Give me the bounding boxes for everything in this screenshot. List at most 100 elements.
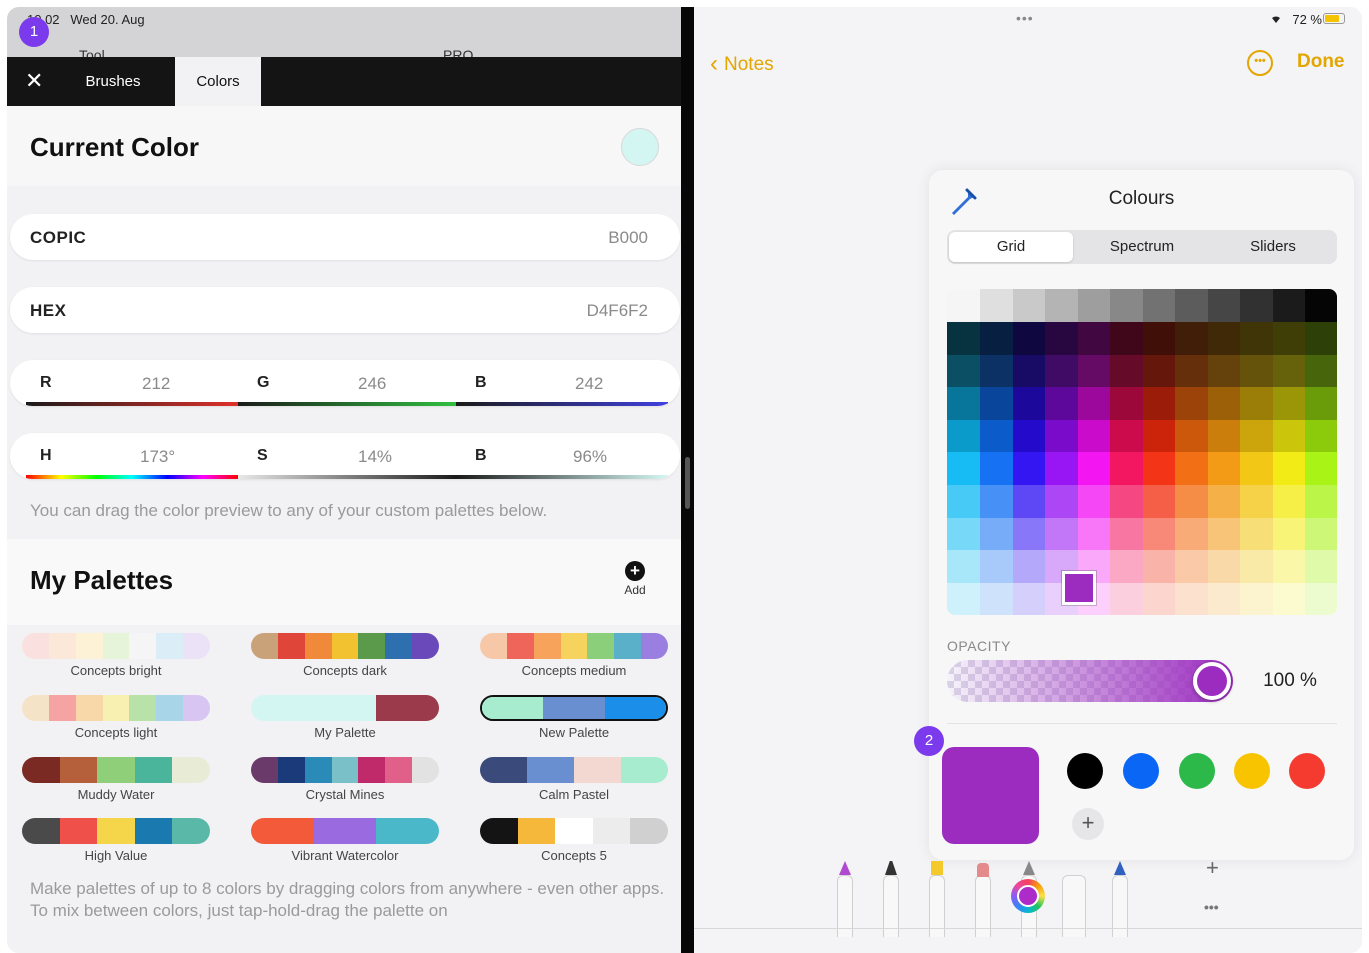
grid-colour-cell[interactable] (979, 386, 1013, 420)
grid-colour-cell[interactable] (1174, 549, 1208, 583)
palette-color-chip[interactable] (134, 757, 173, 783)
copic-field[interactable]: COPIC B000 (10, 214, 680, 260)
grid-colour-cell[interactable] (1272, 582, 1305, 615)
grid-colour-cell[interactable] (1174, 452, 1208, 486)
palette-color-chip[interactable] (517, 818, 556, 844)
palette-color-chip[interactable] (156, 695, 184, 721)
palette-color-chip[interactable] (59, 757, 98, 783)
palette-color-chip[interactable] (560, 633, 588, 659)
grid-colour-cell[interactable] (1044, 484, 1078, 518)
tab-spectrum[interactable]: Spectrum (1077, 232, 1207, 262)
grid-colour-cell[interactable] (1174, 419, 1208, 453)
palette-color-chip[interactable] (313, 818, 377, 844)
palette-color-chip[interactable] (172, 757, 210, 783)
grid-colour-cell[interactable] (979, 419, 1013, 453)
tray-add-icon[interactable]: + (1206, 855, 1219, 881)
quick-colour-black[interactable] (1067, 753, 1103, 789)
grid-colour-cell[interactable] (1077, 484, 1110, 518)
notes-back-button[interactable]: ‹ Notes (710, 49, 774, 77)
grid-colour-cell[interactable] (1304, 517, 1337, 551)
palette-color-strip[interactable] (251, 757, 439, 783)
palette-color-chip[interactable] (59, 818, 98, 844)
palette-item[interactable]: Concepts 5 (480, 818, 670, 868)
grid-colour-cell[interactable] (1304, 484, 1337, 518)
grid-colour-cell[interactable] (1304, 321, 1337, 355)
palette-color-chip[interactable] (376, 695, 439, 721)
tab-grid[interactable]: Grid (949, 232, 1073, 262)
quick-colour-red[interactable] (1289, 753, 1325, 789)
grid-colour-cell[interactable] (1272, 517, 1305, 551)
grid-colour-cell[interactable] (1012, 289, 1045, 323)
hsb-field[interactable]: H 173° S 14% B 96% (10, 433, 680, 479)
grid-colour-cell[interactable] (979, 321, 1013, 355)
grid-colour-cell[interactable] (1142, 354, 1175, 388)
grid-colour-cell[interactable] (1239, 289, 1273, 323)
grid-colour-cell[interactable] (1239, 452, 1273, 486)
grid-colour-cell[interactable] (1044, 517, 1078, 551)
palette-color-strip[interactable] (22, 757, 210, 783)
grid-colour-cell[interactable] (979, 452, 1013, 486)
palette-color-chip[interactable] (172, 818, 210, 844)
grid-colour-cell[interactable] (1109, 321, 1143, 355)
grid-colour-cell[interactable] (979, 484, 1013, 518)
grid-colour-cell[interactable] (1012, 386, 1045, 420)
palette-color-chip[interactable] (331, 757, 359, 783)
palette-color-chip[interactable] (555, 818, 593, 844)
palette-color-chip[interactable] (183, 695, 210, 721)
palette-color-chip[interactable] (134, 818, 173, 844)
grid-colour-cell[interactable] (1044, 386, 1078, 420)
grid-colour-cell[interactable] (1239, 386, 1273, 420)
grid-colour-cell[interactable] (1174, 321, 1208, 355)
opacity-value[interactable]: 100 % (1245, 670, 1335, 698)
palette-item[interactable]: Vibrant Watercolor (251, 818, 441, 868)
grid-colour-cell[interactable] (1272, 386, 1305, 420)
palette-color-chip[interactable] (376, 818, 439, 844)
grid-colour-cell[interactable] (1012, 484, 1045, 518)
r-slider-bar[interactable] (26, 402, 238, 406)
quick-colour-yellow[interactable] (1234, 753, 1270, 789)
palette-color-chip[interactable] (482, 697, 544, 719)
grid-colour-cell[interactable] (1239, 321, 1273, 355)
split-view-divider[interactable] (681, 7, 694, 953)
grid-colour-cell[interactable] (1077, 419, 1110, 453)
palette-color-chip[interactable] (527, 757, 574, 783)
palette-color-strip[interactable] (480, 633, 668, 659)
multitask-dots-icon[interactable]: ••• (1016, 10, 1034, 26)
more-options-icon[interactable]: ••• (1247, 50, 1273, 76)
colour-wheel-icon[interactable] (1011, 879, 1045, 913)
palette-color-chip[interactable] (480, 818, 518, 844)
grid-colour-cell[interactable] (1174, 386, 1208, 420)
palette-item[interactable]: New Palette (480, 695, 670, 745)
grid-colour-cell[interactable] (1304, 354, 1337, 388)
palette-color-chip[interactable] (48, 695, 76, 721)
split-view-grip-icon[interactable] (685, 457, 690, 509)
grid-colour-cell[interactable] (1077, 452, 1110, 486)
grid-colour-cell[interactable] (1012, 549, 1045, 583)
grid-colour-cell[interactable] (1044, 289, 1078, 323)
palette-color-chip[interactable] (604, 697, 666, 719)
add-colour-plus-icon[interactable]: + (1072, 808, 1104, 840)
grid-colour-cell[interactable] (947, 289, 980, 323)
grid-colour-cell[interactable] (947, 386, 980, 420)
grid-colour-cell[interactable] (1207, 582, 1240, 615)
grid-colour-cell[interactable] (1207, 289, 1240, 323)
palette-item[interactable]: Muddy Water (22, 757, 212, 807)
fountain-pen-tool-icon[interactable] (1109, 857, 1129, 937)
palette-color-strip[interactable] (251, 633, 439, 659)
grid-colour-cell[interactable] (1012, 452, 1045, 486)
palette-color-chip[interactable] (506, 633, 534, 659)
palette-color-chip[interactable] (251, 633, 278, 659)
palette-color-strip[interactable] (251, 695, 439, 721)
palette-color-strip[interactable] (22, 818, 210, 844)
grid-colour-cell[interactable] (1142, 484, 1175, 518)
grid-colour-cell[interactable] (1109, 484, 1143, 518)
tab-brushes[interactable]: Brushes (69, 57, 157, 106)
grid-colour-cell[interactable] (1272, 484, 1305, 518)
palette-color-chip[interactable] (533, 633, 561, 659)
palette-item[interactable]: Calm Pastel (480, 757, 670, 807)
monoline-tool-icon[interactable] (880, 859, 900, 937)
grid-colour-cell[interactable] (1239, 484, 1273, 518)
grid-colour-cell[interactable] (1207, 517, 1240, 551)
palette-color-chip[interactable] (587, 633, 615, 659)
palette-color-chip[interactable] (304, 633, 332, 659)
